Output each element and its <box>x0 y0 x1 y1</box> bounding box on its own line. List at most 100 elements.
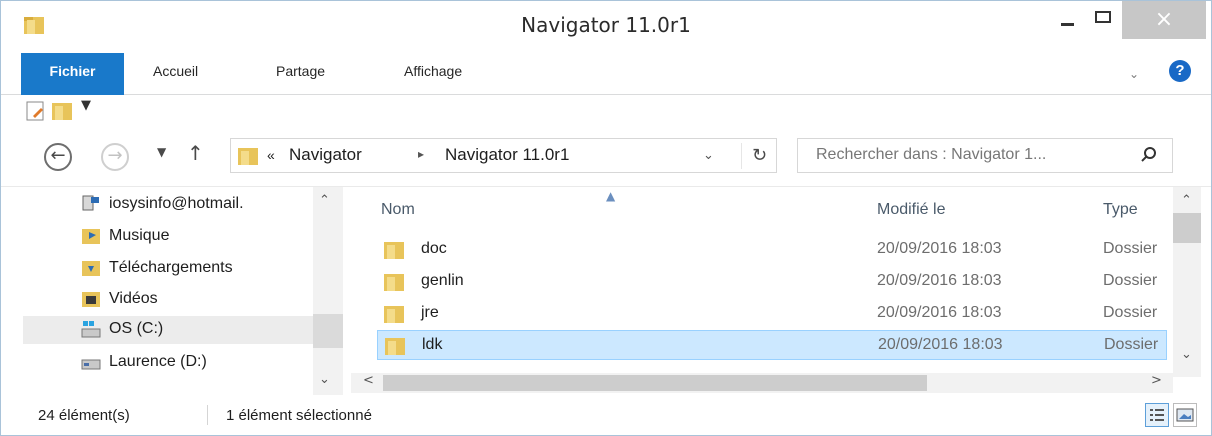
details-view-icon <box>1150 409 1164 421</box>
file-type: Dossier <box>1104 336 1159 353</box>
folder-icon <box>385 338 405 355</box>
table-row[interactable]: genlin 20/09/2016 18:03 Dossier <box>377 267 1167 297</box>
file-list: ▲ Nom Modifié le Type doc 20/09/2016 18:… <box>351 187 1201 395</box>
maximize-button[interactable] <box>1087 1 1119 39</box>
file-modified: 20/09/2016 18:03 <box>878 336 1003 353</box>
sidebar-item-label: Téléchargements <box>109 259 233 276</box>
address-bar[interactable]: « Navigator ▸ Navigator 11.0r1 ⌄ ↻ <box>230 138 777 173</box>
large-icons-view-button[interactable] <box>1173 403 1197 427</box>
sidebar-item-label: Musique <box>109 227 170 244</box>
column-header-type[interactable]: Type <box>1103 201 1138 219</box>
help-icon[interactable]: ? <box>1169 60 1191 82</box>
folder-icon <box>384 274 404 291</box>
nav-scrollbar-thumb[interactable] <box>313 314 343 348</box>
network-user-icon <box>82 195 99 211</box>
sort-ascending-icon: ▲ <box>606 189 616 203</box>
music-folder-icon <box>82 229 100 244</box>
file-modified: 20/09/2016 18:03 <box>877 304 1002 321</box>
sidebar-item-musique[interactable]: Musique <box>1 223 315 251</box>
column-header-name[interactable]: Nom <box>381 201 415 219</box>
scroll-left-icon[interactable]: < <box>363 373 374 388</box>
status-bar: 24 élément(s) 1 élément sélectionné <box>1 397 1211 435</box>
tab-fichier[interactable]: Fichier <box>21 53 124 95</box>
file-modified: 20/09/2016 18:03 <box>877 272 1002 289</box>
close-button[interactable]: × <box>1122 1 1206 39</box>
tab-accueil[interactable]: Accueil <box>153 63 198 79</box>
sidebar-item-laurence-d[interactable]: Laurence (D:) <box>1 349 315 377</box>
videos-folder-icon <box>82 292 100 307</box>
horizontal-scrollbar[interactable]: < > <box>351 373 1173 393</box>
sidebar-item-os-c[interactable]: OS (C:) <box>23 316 313 344</box>
table-row[interactable]: doc 20/09/2016 18:03 Dossier <box>377 235 1167 265</box>
sidebar-item-label: OS (C:) <box>109 320 164 337</box>
folder-icon <box>384 242 404 259</box>
chevron-down-icon[interactable]: ⌄ <box>703 148 714 163</box>
tab-partage[interactable]: Partage <box>276 63 325 79</box>
table-row[interactable]: ldk 20/09/2016 18:03 Dossier <box>377 330 1167 360</box>
search-input[interactable]: Rechercher dans : Navigator 1... <box>816 146 1046 164</box>
file-name: genlin <box>421 272 464 289</box>
scroll-up-icon[interactable]: ⌃ <box>1181 193 1192 208</box>
breadcrumb-separator[interactable]: ▸ <box>418 147 424 161</box>
minimize-button[interactable] <box>1041 1 1087 39</box>
folder-icon <box>384 306 404 323</box>
chevron-down-icon[interactable]: ⌄ <box>1129 67 1143 81</box>
folder-icon <box>238 148 258 165</box>
sidebar-item-telechargements[interactable]: Téléchargements <box>1 255 315 283</box>
sidebar-item-label: iosysinfo@hotmail. <box>109 195 244 212</box>
vertical-scrollbar-thumb[interactable] <box>1173 213 1201 243</box>
file-modified: 20/09/2016 18:03 <box>877 240 1002 257</box>
title-bar: Navigator 11.0r1 × <box>1 1 1211 53</box>
new-folder-icon[interactable] <box>51 100 73 122</box>
sidebar-item-network-user[interactable]: iosysinfo@hotmail. <box>1 191 315 219</box>
windows-drive-icon <box>81 321 101 338</box>
search-icon[interactable] <box>1139 145 1159 165</box>
scroll-right-icon[interactable]: > <box>1151 373 1162 388</box>
vertical-scrollbar[interactable]: ⌃ ⌄ <box>1173 187 1201 377</box>
scroll-up-icon[interactable]: ⌃ <box>319 193 330 208</box>
navigation-bar: ← → ▼ ↑ « Navigator ▸ Navigator 11.0r1 ⌄… <box>1 127 1211 187</box>
table-row[interactable]: jre 20/09/2016 18:03 Dossier <box>377 299 1167 329</box>
sidebar-item-label: Vidéos <box>109 290 158 307</box>
sidebar-item-videos[interactable]: Vidéos <box>1 286 315 314</box>
drive-icon <box>81 359 101 370</box>
file-name: ldk <box>422 336 443 353</box>
details-view-button[interactable] <box>1145 403 1169 427</box>
forward-button[interactable]: → <box>101 143 129 171</box>
minimize-icon <box>1061 23 1074 26</box>
scroll-down-icon[interactable]: ⌄ <box>319 372 330 387</box>
ribbon-tabs: Fichier Accueil Partage Affichage ⌄ ? <box>1 53 1211 95</box>
breadcrumb-overflow[interactable]: « <box>267 147 275 163</box>
large-icons-view-icon <box>1176 408 1194 422</box>
sidebar-item-label: Laurence (D:) <box>109 353 207 370</box>
customize-toolbar-icon[interactable]: ▼ <box>81 98 91 113</box>
properties-icon[interactable] <box>25 100 47 122</box>
recent-locations-icon[interactable]: ▼ <box>157 145 166 159</box>
maximize-icon <box>1095 11 1111 23</box>
window-title: Navigator 11.0r1 <box>521 13 691 37</box>
quick-access-toolbar: ▼ <box>1 95 1211 127</box>
breadcrumb-current[interactable]: Navigator 11.0r1 <box>445 145 569 165</box>
up-arrow-icon[interactable]: ↑ <box>187 141 204 165</box>
breadcrumb-navigator[interactable]: Navigator <box>289 145 362 165</box>
nav-scrollbar[interactable] <box>313 187 343 395</box>
search-box[interactable]: Rechercher dans : Navigator 1... <box>797 138 1173 173</box>
navigation-pane: ⌃ ⌄ iosysinfo@hotmail. Musique Télécharg… <box>1 187 343 395</box>
file-name: doc <box>421 240 447 257</box>
scroll-down-icon[interactable]: ⌄ <box>1181 347 1192 362</box>
refresh-icon[interactable]: ↻ <box>741 143 777 169</box>
back-button[interactable]: ← <box>44 143 72 171</box>
column-header-modified[interactable]: Modifié le <box>877 201 945 219</box>
file-type: Dossier <box>1103 272 1158 289</box>
status-divider <box>207 405 208 425</box>
downloads-folder-icon <box>82 261 100 276</box>
explorer-window: Navigator 11.0r1 × Fichier Accueil Parta… <box>0 0 1212 436</box>
status-item-count: 24 élément(s) <box>38 407 130 424</box>
horizontal-scrollbar-thumb[interactable] <box>383 375 927 391</box>
close-icon: × <box>1154 7 1174 32</box>
file-type: Dossier <box>1103 240 1158 257</box>
file-type: Dossier <box>1103 304 1158 321</box>
status-selection: 1 élément sélectionné <box>226 407 372 424</box>
file-name: jre <box>421 304 439 321</box>
tab-affichage[interactable]: Affichage <box>404 63 462 79</box>
